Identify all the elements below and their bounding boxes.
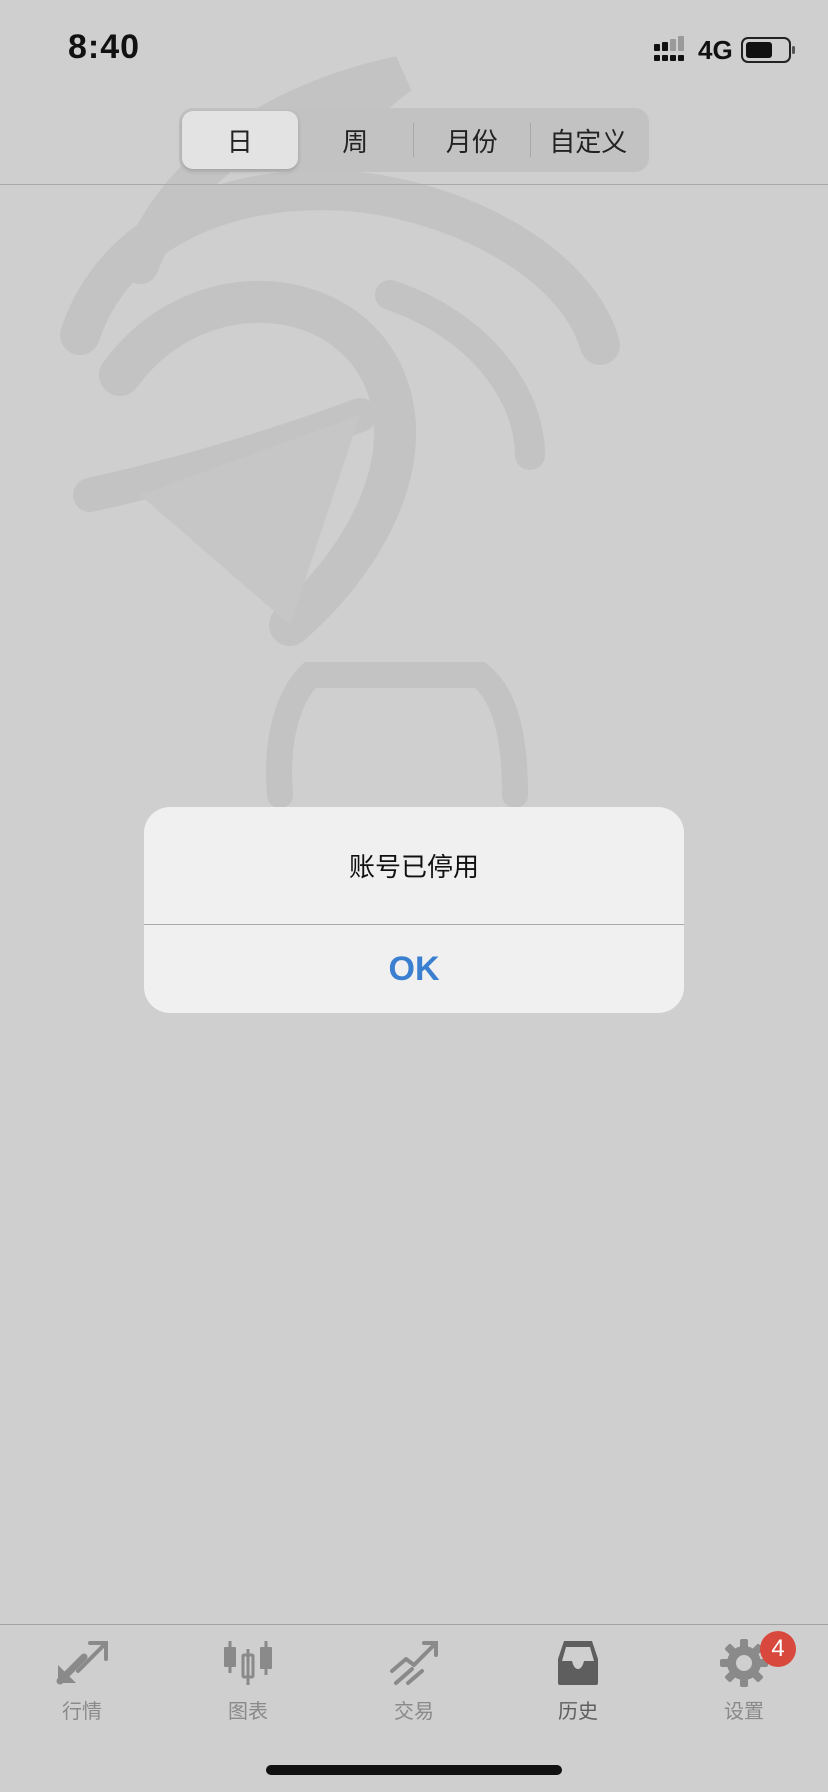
screen: 8:40 4G 日 周 月份 自定义 账号已停用 OK 行情 图表 交易 历史 … (0, 0, 828, 1792)
tab-charts[interactable]: 图表 (178, 1635, 318, 1735)
segment-custom[interactable]: 自定义 (531, 111, 647, 169)
signal-strength-icon (654, 36, 684, 61)
quotes-arrows-icon (56, 1641, 108, 1685)
alert-dialog: 账号已停用 OK (144, 807, 684, 1013)
settings-badge: 4 (760, 1631, 796, 1667)
segment-week-label: 周 (342, 127, 369, 158)
segment-month[interactable]: 月份 (414, 111, 530, 169)
network-type: 4G (698, 35, 733, 65)
candlestick-chart-icon (224, 1641, 272, 1685)
tab-charts-label: 图表 (228, 1699, 268, 1723)
status-bar: 8:40 4G (0, 0, 828, 100)
tab-history[interactable]: 历史 (508, 1635, 648, 1735)
home-indicator[interactable] (266, 1765, 562, 1775)
battery-icon (741, 37, 795, 63)
alert-message: 账号已停用 (348, 853, 479, 883)
header-divider (0, 184, 828, 185)
history-inbox-icon (558, 1641, 598, 1685)
status-time: 8:40 (68, 28, 141, 66)
tab-quotes-label: 行情 (62, 1699, 102, 1723)
tab-settings-label: 设置 (724, 1699, 764, 1723)
trade-trend-icon (390, 1641, 438, 1685)
segment-day[interactable]: 日 (182, 111, 298, 169)
segment-month-label: 月份 (445, 127, 498, 158)
ok-button[interactable]: OK (144, 925, 684, 1013)
segment-custom-label: 自定义 (549, 127, 628, 158)
segment-week[interactable]: 周 (298, 111, 414, 169)
tab-trade-label: 交易 (394, 1699, 434, 1723)
tab-trade[interactable]: 交易 (344, 1635, 484, 1735)
segment-day-label: 日 (226, 127, 253, 158)
tab-quotes[interactable]: 行情 (12, 1635, 152, 1735)
tab-history-label: 历史 (558, 1699, 598, 1723)
period-segmented-control: 日 周 月份 自定义 (179, 108, 649, 172)
